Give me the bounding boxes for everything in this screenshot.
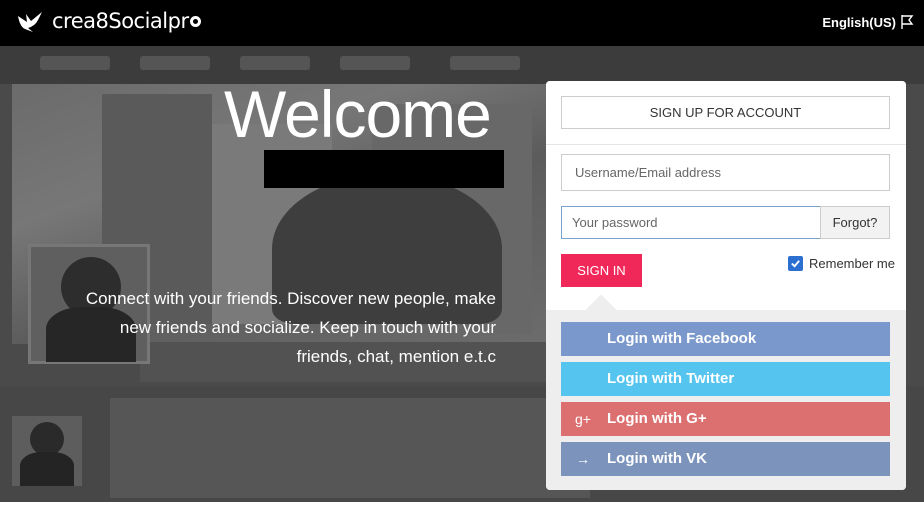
logo-text: crea8Socialpr: [52, 9, 189, 33]
google-plus-icon: g+: [575, 411, 591, 427]
tagline-line: friends, chat, mention e.t.c: [296, 347, 496, 366]
vk-label: Login with VK: [607, 450, 707, 467]
facebook-icon: [571, 322, 595, 356]
login-google-button[interactable]: g+ Login with G+: [561, 402, 890, 436]
forgot-password-button[interactable]: Forgot?: [820, 206, 890, 239]
flag-icon: [901, 15, 914, 29]
top-bar: crea8Socialpr English(US): [0, 0, 924, 46]
background-post-box: [110, 398, 590, 498]
tagline: Connect with your friends. Discover new …: [30, 284, 496, 371]
background-small-avatar: [12, 416, 82, 486]
twitter-label: Login with Twitter: [607, 370, 735, 387]
logo[interactable]: crea8Socialpr: [16, 8, 201, 34]
login-panel: SIGN UP FOR ACCOUNT Forgot? SIGN IN Reme…: [546, 81, 906, 490]
bird-logo-icon: [18, 12, 42, 32]
arrow-right-icon: →: [576, 451, 590, 467]
remember-me-label: Remember me: [809, 256, 895, 271]
signup-button[interactable]: SIGN UP FOR ACCOUNT: [561, 96, 890, 129]
logo-dot-icon: [189, 15, 201, 27]
divider: [546, 144, 906, 145]
google-label: Login with G+: [607, 410, 707, 427]
bottom-margin: [0, 502, 924, 512]
facebook-label: Login with Facebook: [607, 330, 757, 347]
password-input[interactable]: [561, 206, 821, 239]
login-vk-button[interactable]: → Login with VK: [561, 442, 890, 476]
tagline-line: Connect with your friends. Discover new …: [85, 289, 496, 308]
checkbox-checked-icon[interactable]: [788, 256, 803, 271]
login-twitter-button[interactable]: Login with Twitter: [561, 362, 890, 396]
redacted-block: [264, 150, 504, 188]
username-input[interactable]: [561, 154, 890, 191]
tagline-line: new friends and socialize. Keep in touch…: [119, 318, 496, 337]
remember-me-checkbox[interactable]: Remember me: [788, 256, 895, 271]
language-label: English(US): [822, 14, 896, 30]
login-facebook-button[interactable]: Login with Facebook: [561, 322, 890, 356]
welcome-title: Welcome: [224, 77, 492, 151]
language-selector[interactable]: English(US): [822, 14, 914, 30]
twitter-icon: [571, 362, 595, 396]
signin-button[interactable]: SIGN IN: [561, 254, 642, 287]
